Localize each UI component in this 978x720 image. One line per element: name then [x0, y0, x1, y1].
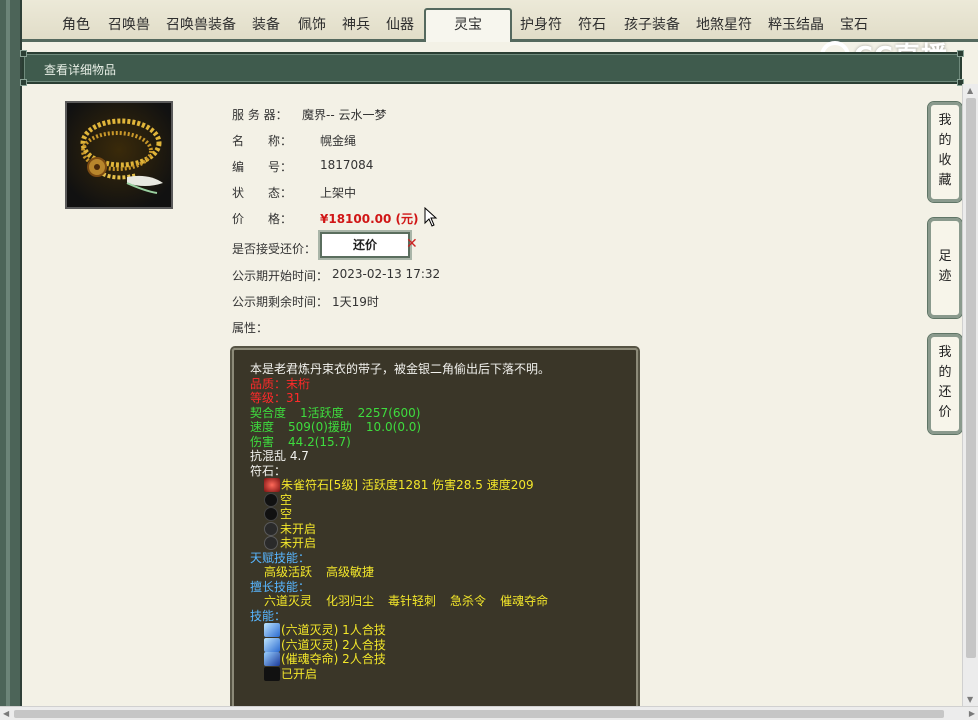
skill-title: 技能：	[250, 608, 287, 623]
name-row: 名 称： 幌金绳	[232, 132, 356, 149]
serial-value: 1817084	[320, 158, 374, 172]
skill-item-1: (六道灭灵) 1人合技	[250, 623, 636, 638]
attributes-label: 属性：	[232, 321, 269, 335]
price-row: 价 格： ¥18100.00 (元)	[232, 210, 419, 227]
haggle-close-icon[interactable]: ✕	[406, 236, 418, 252]
stat-line-1: 契合度 1活跃度 2257(600)	[250, 405, 421, 420]
rune-slot-5: 未开启	[250, 536, 636, 551]
skill-item-2: (六道灭灵) 2人合技	[250, 637, 636, 653]
skill-item-4: 已开启	[250, 666, 636, 682]
empty-slot-icon	[264, 492, 278, 507]
scroll-up-icon[interactable]: ▲	[967, 86, 973, 95]
remain-time-label: 公示期剩余时间：	[232, 295, 329, 309]
rune-slot-3: 空	[250, 507, 636, 522]
skill-icon	[264, 637, 280, 652]
talent-title: 天赋技能：	[250, 550, 311, 565]
haggle-row: 是否接受还价：	[232, 240, 316, 257]
remain-time-row: 公示期剩余时间： 1天19时	[232, 293, 379, 310]
scroll-right-icon[interactable]: ▶	[969, 709, 975, 718]
scroll-down-icon[interactable]: ▼	[967, 695, 973, 704]
name-value: 幌金绳	[320, 134, 357, 148]
stat-line-4: 抗混乱 4.7	[250, 449, 309, 463]
tab-accessory[interactable]: 佩饰	[296, 12, 328, 38]
level-line: 等级：31	[250, 391, 302, 405]
haggle-label: 是否接受还价：	[232, 242, 317, 256]
tab-immortal-artifact[interactable]: 仙器	[384, 12, 416, 38]
item-image	[65, 101, 173, 209]
talent-list: 高级活跃 高级敏捷	[264, 565, 375, 579]
server-row: 服 务 器： 魔界-- 云水一梦	[232, 106, 386, 123]
tab-amulet[interactable]: 护身符	[518, 12, 564, 38]
tab-star-talisman[interactable]: 地煞星符	[694, 12, 754, 38]
empty-slot-icon	[264, 507, 278, 521]
left-frame	[0, 0, 22, 720]
price-label: 价 格：	[232, 212, 293, 226]
vertical-scrollbar[interactable]: ▲ ▼	[962, 84, 978, 706]
quality-line: 品质：末桁	[250, 376, 311, 391]
status-row: 状 态： 上架中	[232, 184, 356, 201]
server-label: 服 务 器：	[232, 108, 288, 122]
status-value: 上架中	[320, 186, 357, 200]
horizontal-scrollbar[interactable]: ◀ ▶	[0, 706, 978, 720]
skill-item-3: (催魂夺命) 2人合技	[250, 652, 636, 667]
serial-label: 编 号：	[232, 160, 293, 174]
status-label: 状 态：	[232, 186, 293, 200]
scroll-left-icon[interactable]: ◀	[3, 709, 9, 718]
rune-title: 符石：	[250, 463, 287, 478]
rune-slot-4: 未开启	[250, 521, 636, 537]
page-title: 查看详细物品	[44, 63, 117, 77]
serial-row: 编 号： 1817084	[232, 158, 373, 175]
item-description: 本是老君炼丹束衣的带子，被金银二角偷出后下落不明。	[250, 362, 551, 376]
my-haggles-button[interactable]: 我的还价	[927, 333, 963, 435]
rune-slot-2: 空	[250, 492, 636, 508]
my-favorites-button[interactable]: 我的收藏	[927, 101, 963, 203]
tab-rune-stone[interactable]: 符石	[576, 12, 608, 38]
stat-line-2: 速度 509(0)援助 10.0(0.0)	[250, 420, 422, 434]
locked-slot-icon	[264, 536, 278, 550]
rune-slot-1: 朱雀符石[5级] 活跃度1281 伤害28.5 速度209	[250, 478, 636, 493]
tab-divine-weapon[interactable]: 神兵	[340, 12, 372, 38]
locked-slot-icon	[264, 521, 278, 536]
remain-time-value: 1天19时	[332, 295, 379, 309]
attributes-row: 属性：	[232, 319, 268, 336]
server-value: 魔界-- 云水一梦	[302, 108, 387, 122]
rune-icon	[264, 478, 280, 492]
stat-line-3: 伤害 44.2(15.7)	[250, 434, 351, 449]
skill-icon	[264, 623, 280, 637]
detail-header-bar: 查看详细物品	[20, 50, 964, 86]
price-value: ¥18100.00 (元)	[320, 212, 419, 226]
skill-slot-icon	[264, 666, 280, 681]
footprint-button[interactable]: 足迹	[927, 217, 963, 319]
tab-pet-equipment[interactable]: 召唤兽装备	[164, 12, 238, 38]
special-skill-title: 擅长技能：	[250, 579, 311, 594]
name-label: 名 称：	[232, 134, 293, 148]
tab-spirit-treasure[interactable]: 灵宝	[424, 8, 512, 42]
tab-gem[interactable]: 宝石	[838, 12, 870, 38]
tab-child-equipment[interactable]: 孩子装备	[622, 12, 682, 38]
start-time-value: 2023-02-13 17:32	[332, 267, 441, 281]
vertical-scroll-thumb[interactable]	[966, 98, 976, 658]
tab-role[interactable]: 角色	[60, 12, 92, 38]
horizontal-scroll-thumb[interactable]	[14, 710, 944, 718]
start-time-row: 公示期开始时间： 2023-02-13 17:32	[232, 267, 440, 284]
start-time-label: 公示期开始时间：	[232, 269, 329, 283]
special-skill-list: 六道灭灵 化羽归尘 毒针轻刺 急杀令 催魂夺命	[264, 594, 549, 608]
tab-jade-crystal[interactable]: 粹玉结晶	[766, 12, 826, 38]
skill-icon	[264, 652, 280, 666]
tab-equipment[interactable]: 装备	[250, 12, 282, 38]
haggle-button[interactable]: 还价	[318, 230, 412, 260]
item-attribute-panel: 本是老君炼丹束衣的带子，被金银二角偷出后下落不明。 品质：末桁 等级：31 契合…	[230, 346, 640, 720]
tab-pet[interactable]: 召唤兽	[106, 12, 152, 38]
